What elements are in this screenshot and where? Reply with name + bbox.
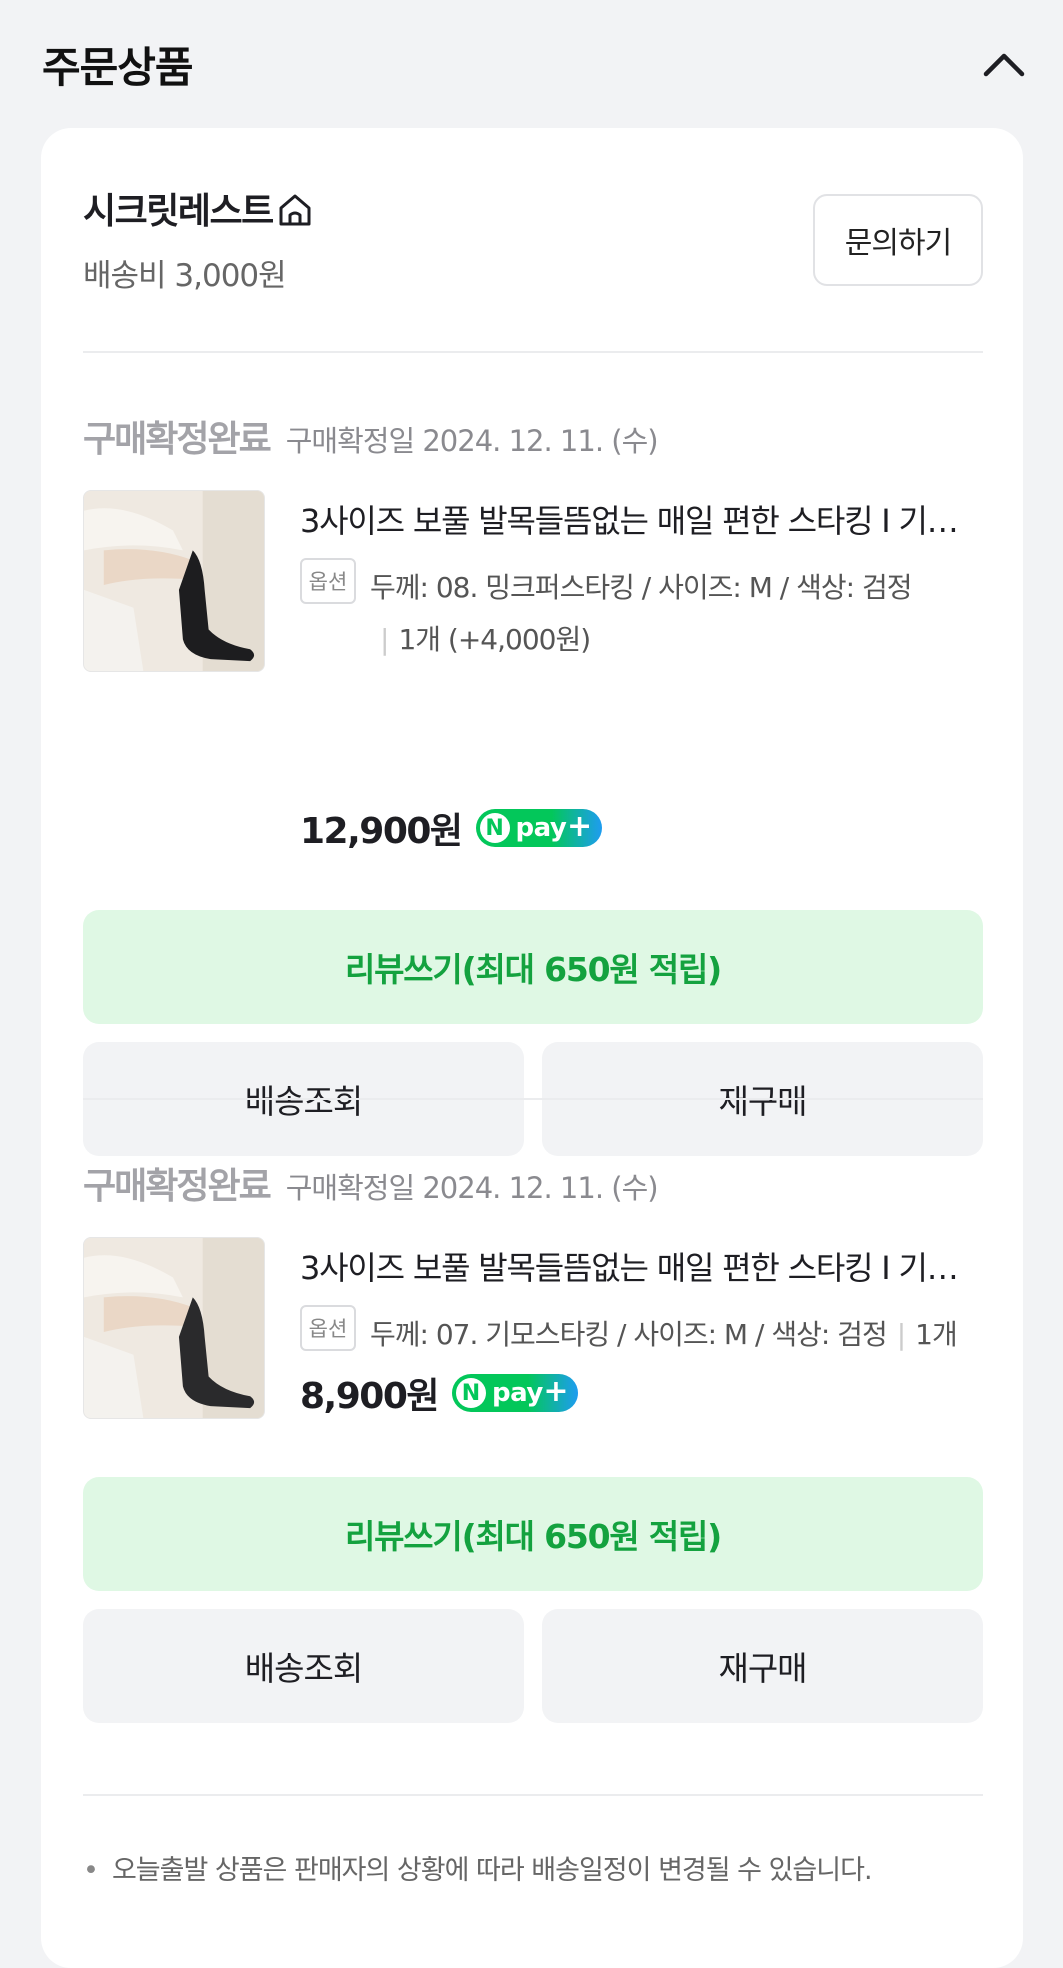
store-home-icon xyxy=(279,194,311,226)
collapse-button[interactable] xyxy=(976,40,1032,90)
order-products-card: 시크릿레스트 배송비 3,000원 문의하기 구매확정완료 구매확정일 2024… xyxy=(41,128,1023,1968)
inquiry-button[interactable]: 문의하기 xyxy=(813,194,983,286)
separator: | xyxy=(896,1318,906,1351)
separator: | xyxy=(380,623,389,656)
chevron-up-icon xyxy=(983,53,1025,77)
npay-n-icon: N xyxy=(479,813,510,843)
npay-badge: N pay + xyxy=(475,809,602,847)
delivery-notice: • 오늘출발 상품은 판매자의 상황에 따라 배송일정이 변경될 수 있습니다. xyxy=(83,1848,873,1887)
order-status: 구매확정완료 xyxy=(83,419,272,460)
product-image xyxy=(84,491,264,671)
bullet: • xyxy=(83,1855,99,1886)
track-delivery-button[interactable]: 배송조회 xyxy=(83,1609,524,1723)
option-text: 두께: 07. 기모스타킹 / 사이즈: M / 색상: 검정 | 1개 xyxy=(370,1309,990,1361)
reorder-button[interactable]: 재구매 xyxy=(542,1609,983,1723)
option-text: 두께: 08. 밍크퍼스타킹 / 사이즈: M / 색상: 검정 | 1개 (+4… xyxy=(370,562,990,666)
product-price: 8,900원 xyxy=(300,1376,440,1417)
status-row: 구매확정완료 구매확정일 2024. 12. 11. (수) xyxy=(83,1157,659,1207)
confirm-date: 구매확정일 2024. 12. 11. (수) xyxy=(285,1171,659,1205)
npay-plus-icon: + xyxy=(566,809,593,844)
order-status: 구매확정완료 xyxy=(83,1166,272,1207)
write-review-button[interactable]: 리뷰쓰기(최대 650원 적립) xyxy=(83,910,983,1024)
product-name[interactable]: 3사이즈 보풀 발목들뜸없는 매일 편한 스타킹 I 기… xyxy=(300,1243,990,1289)
product-price: 12,900원 xyxy=(300,811,463,852)
npay-plus-icon: + xyxy=(543,1374,569,1409)
option-value: 두께: 08. 밍크퍼스타킹 / 사이즈: M / 색상: 검정 xyxy=(370,571,912,604)
npay-badge: N pay + xyxy=(452,1374,578,1412)
product-image xyxy=(84,1238,264,1418)
quantity: 1개 (+4,000원) xyxy=(398,623,591,656)
price-row: 12,900원 N pay + xyxy=(300,802,602,854)
quantity: 1개 xyxy=(915,1318,958,1351)
divider xyxy=(83,1794,983,1796)
npay-text: pay xyxy=(515,813,567,843)
confirm-date: 구매확정일 2024. 12. 11. (수) xyxy=(285,424,659,458)
status-row: 구매확정완료 구매확정일 2024. 12. 11. (수) xyxy=(83,410,659,460)
seller-name[interactable]: 시크릿레스트 xyxy=(83,182,274,234)
product-thumbnail[interactable] xyxy=(83,1237,265,1419)
divider xyxy=(83,351,983,353)
product-name[interactable]: 3사이즈 보풀 발목들뜸없는 매일 편한 스타킹 I 기… xyxy=(300,496,990,542)
option-tag: 옵션 xyxy=(300,558,356,604)
write-review-button[interactable]: 리뷰쓰기(최대 650원 적립) xyxy=(83,1477,983,1591)
page-header: 주문상품 xyxy=(0,0,1063,120)
option-value: 두께: 07. 기모스타킹 / 사이즈: M / 색상: 검정 xyxy=(370,1318,888,1351)
page-title: 주문상품 xyxy=(42,43,194,92)
price-row: 8,900원 N pay + xyxy=(300,1367,578,1419)
divider xyxy=(83,1098,983,1100)
shipping-fee: 배송비 3,000원 xyxy=(83,258,287,294)
npay-text: pay xyxy=(492,1378,543,1408)
npay-n-icon: N xyxy=(456,1378,486,1408)
option-tag: 옵션 xyxy=(300,1305,356,1351)
product-thumbnail[interactable] xyxy=(83,490,265,672)
notice-text: 오늘출발 상품은 판매자의 상황에 따라 배송일정이 변경될 수 있습니다. xyxy=(111,1855,873,1886)
